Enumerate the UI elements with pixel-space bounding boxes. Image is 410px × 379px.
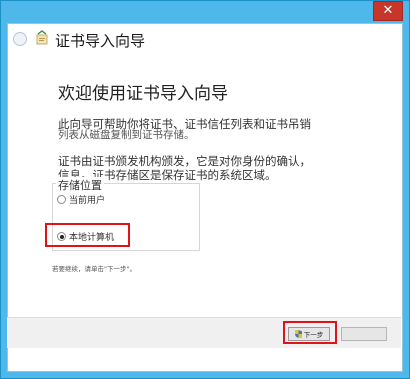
back-arrow-icon[interactable] [13,32,27,46]
intro-paragraph-2: 证书由证书颁发机构颁发，它是对你身份的确认， 信息。证书存储区是保存证书的系统区… [58,155,378,182]
store-location-legend: 存储位置 [56,177,104,193]
intro-paragraph-2-line1: 证书由证书颁发机构颁发，它是对你身份的确认， [58,154,311,168]
wizard-header: 证书导入向导 [8,24,402,58]
cancel-button[interactable] [341,327,387,341]
welcome-heading: 欢迎使用证书导入向导 [58,84,228,104]
radio-current-user-button[interactable] [57,195,66,204]
wizard-window: ✕ 证书导入向导 欢迎使用证书导入向导 此向导可帮助你将证书、证书信任列表和证书… [0,0,410,379]
certificate-wizard-icon [36,30,48,45]
highlight-box-local-machine [45,223,130,247]
title-bar: ✕ [1,1,409,23]
radio-current-user[interactable]: 当前用户 [57,193,105,206]
radio-current-user-label: 当前用户 [69,196,106,206]
wizard-title: 证书导入向导 [55,32,146,50]
intro-paragraph-2-line2: 信息。证书存储区是保存证书的系统区域。 [58,168,277,182]
highlight-box-next [283,321,337,344]
intro-paragraph-1: 此向导可帮助你将证书、证书信任列表和证书吊销 列表从磁盘复制到证书存储。 [58,118,378,142]
continue-hint: 若要继续，请单击"下一步"。 [52,265,136,273]
close-button[interactable]: ✕ [373,1,403,21]
